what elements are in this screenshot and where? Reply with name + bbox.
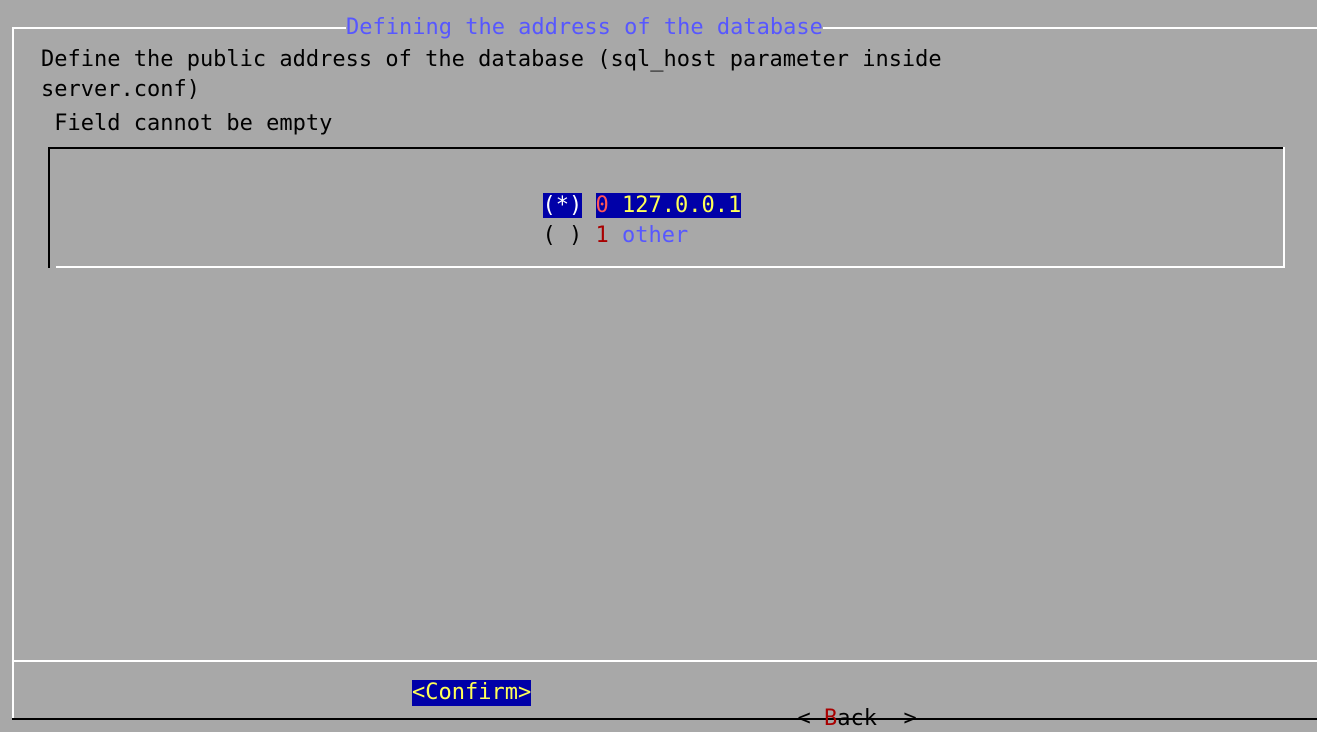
dialog-border-left [12, 27, 14, 719]
dialog-border-bottom [12, 718, 1317, 720]
back-button-text: ack [837, 706, 877, 731]
back-button-right: > [877, 706, 917, 731]
option-tag: 1 [595, 223, 609, 248]
back-button-left: < [797, 706, 824, 731]
option-row-1[interactable]: ( ) 1 other [516, 200, 689, 248]
dialog-title: Defining the address of the database [346, 15, 823, 41]
confirm-button[interactable]: <Confirm> [412, 680, 532, 706]
message-line-2: server.conf) [41, 77, 200, 102]
back-hotkey: B [824, 706, 838, 731]
option-row-0[interactable]: (*) 0 127.0.0.1 [516, 170, 742, 218]
button-separator [14, 660, 1317, 662]
option-label[interactable]: other [622, 223, 688, 248]
list-border-left [48, 147, 50, 268]
list-border-bottom [56, 266, 1285, 268]
radio-marker[interactable]: ( ) [543, 223, 583, 248]
list-border-top [48, 147, 1285, 149]
list-border-right [1283, 147, 1285, 268]
message-line-1: Define the public address of the databas… [41, 47, 942, 72]
error-message: Field cannot be empty [41, 111, 333, 136]
back-button[interactable]: < Back > [771, 680, 917, 731]
